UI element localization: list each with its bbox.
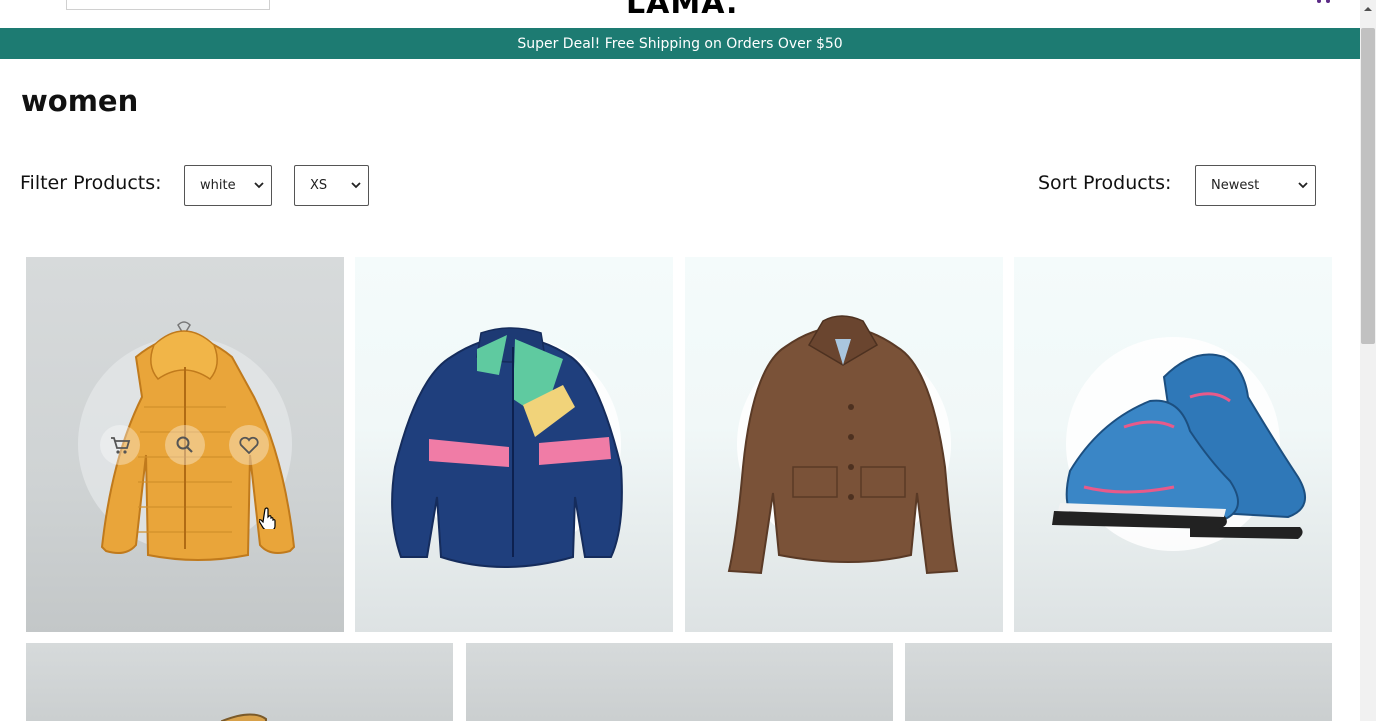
product-card[interactable] xyxy=(1014,257,1332,632)
add-to-cart-button[interactable] xyxy=(100,425,140,465)
product-card[interactable] xyxy=(905,643,1332,721)
color-filter-select[interactable]: white xyxy=(184,165,272,206)
announcement-bar: Super Deal! Free Shipping on Orders Over… xyxy=(0,28,1360,59)
chevron-down-icon xyxy=(1298,182,1308,189)
announcement-text: Super Deal! Free Shipping on Orders Over… xyxy=(517,35,843,52)
shopping-cart-icon[interactable] xyxy=(1314,0,1334,6)
add-to-wishlist-button[interactable] xyxy=(229,425,269,465)
product-image-brown-jacket xyxy=(727,315,959,575)
product-card[interactable] xyxy=(466,643,893,721)
cart-icon xyxy=(111,437,131,454)
search-icon xyxy=(176,436,193,453)
scroll-up-arrow-icon[interactable] xyxy=(1362,4,1374,14)
heart-icon xyxy=(239,436,259,455)
sort-label: Sort Products: xyxy=(1038,172,1172,194)
color-filter-value: white xyxy=(200,178,236,193)
product-card[interactable] xyxy=(685,257,1003,632)
site-logo[interactable]: LAMA. xyxy=(626,0,738,21)
sort-value: Newest xyxy=(1211,178,1260,193)
filter-label: Filter Products: xyxy=(20,172,162,194)
quick-view-button[interactable] xyxy=(165,425,205,465)
hand-cursor-icon xyxy=(259,507,276,529)
scrollbar-thumb[interactable] xyxy=(1361,28,1375,344)
sort-select[interactable]: Newest xyxy=(1195,165,1316,206)
page: LAMA. Super Deal! Free Shipping on Order… xyxy=(0,0,1376,721)
product-card[interactable] xyxy=(26,257,344,632)
product-card[interactable] xyxy=(355,257,673,632)
product-image-sneakers xyxy=(1052,353,1307,539)
page-title: women xyxy=(21,84,139,118)
size-filter-select[interactable]: XS xyxy=(294,165,369,206)
search-input[interactable] xyxy=(66,0,270,10)
product-card[interactable] xyxy=(26,643,453,721)
chevron-down-icon xyxy=(351,182,361,189)
chevron-down-icon xyxy=(254,182,264,189)
size-filter-value: XS xyxy=(310,178,328,193)
product-image-windbreaker xyxy=(391,327,623,568)
product-image-partial xyxy=(221,713,267,721)
top-navbar: LAMA. xyxy=(0,0,1360,27)
